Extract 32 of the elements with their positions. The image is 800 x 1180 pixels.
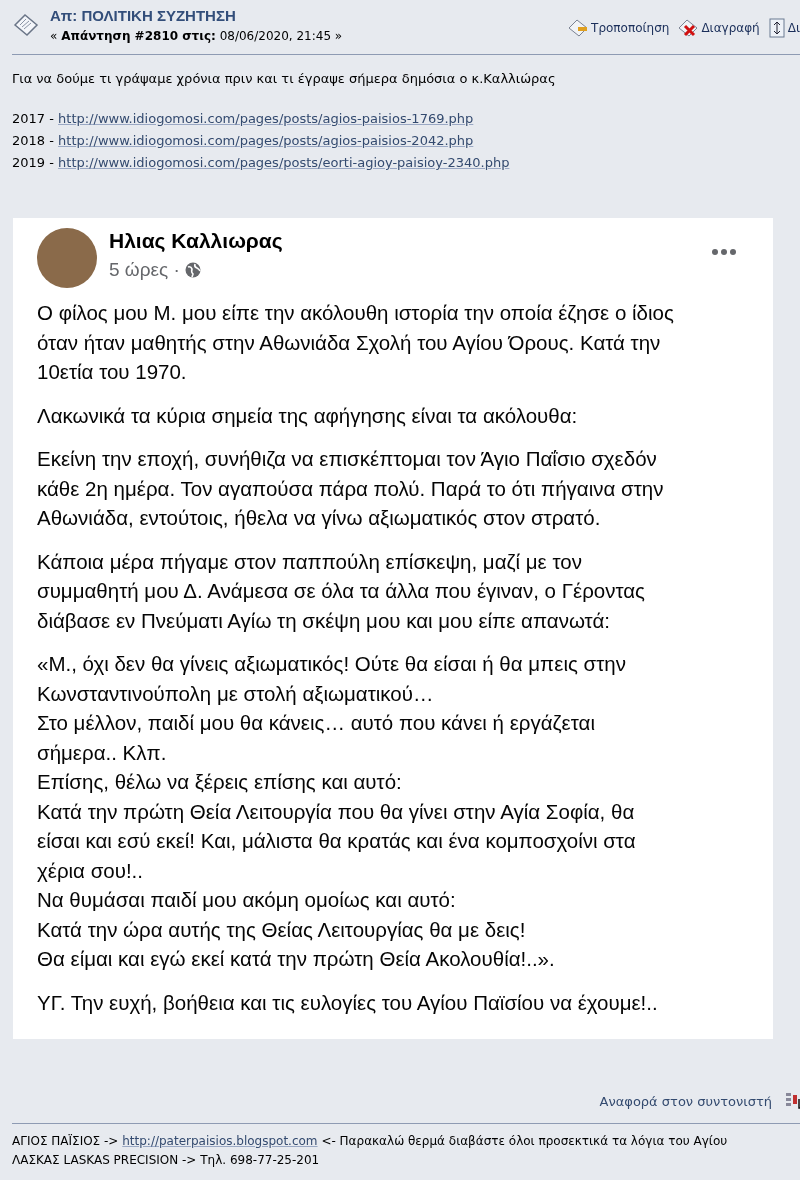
post-title[interactable]: Απ: ΠΟΛΙΤΙΚΗ ΣΥΖΗΤΗΣΗ: [50, 7, 568, 24]
post-paragraph: «Μ., όχι δεν θα γίνεις αξιωματικός! Ούτε θα είσαι ή θα μπεις στην Κωνσταντινούπολη με στολή αξιωματικού… Στο μέλλον, παιδί μου θα κάνεις… αυτό που κάνει ή εργάζεται σήμερα.. Κλπ. Επίσης, θέλω να ξέρεις επίσης και αυτό: Κατά την πρώτη Θεία Λειτουργία που θα γίνει στην Αγία Σοφία, θα είσαι και εσύ εκεί! Και, μάλιστα θα κρατάς και ένα κομποσχοίνι στα χέρια σου!.. Να θυμάσαι παιδί μου ακόμη ομοίως και αυτό: Κατά την ώρα αυτής της Θείας Λειτουργίας θα με δεις! Θα είμαι και εγώ εκεί κατά την πρώτη Θεία Ακολουθία!..».: [37, 651, 637, 972]
post-paragraph: Κάποια μέρα πήγαμε στον παππούλη επίσκεψη, μαζί με τον συμμαθητή μου Δ. Ανάμεσα σε όλα τα άλλα που έγιναν, ο Γέροντας διάβασε εν Πνεύματι Αγίω τη σκέψη μου και μου είπε απανωτά:: [37, 548, 646, 634]
more-options-icon[interactable]: [711, 248, 737, 256]
delete-icon: [677, 18, 700, 38]
split-icon: [767, 18, 786, 38]
post-time: 5 ώρες ·: [109, 259, 180, 281]
edit-icon: [567, 18, 590, 38]
edit-button[interactable]: Τροποποίηση: [567, 18, 670, 38]
signature-text: ΛΑΣΚΑΣ LASKAS PRECISION -> Τηλ. 698-77-25-201: [12, 1153, 320, 1167]
globe-icon: [184, 262, 201, 278]
post-paragraph: Εκείνη την εποχή, συνήθιζα να επισκέπτομαι τον Άγιο Παΐσιο σχεδόν κάθε 2η ημέρα. Τον αγαπούσα πάρα πολύ. Παρά το ότι πήγαινα στην Αθωνιάδα, εντούτοις, ήθελα να γίνω αξιωματικός στον στρατό.: [37, 446, 665, 531]
post-icon: [12, 12, 40, 38]
post-text: Για να δούμε τι γράψαμε χρόνια πριν και τι έγραψε σήμερα δημόσια ο κ.Καλλιώρας: [12, 71, 557, 86]
report-to-moderator-link[interactable]: Αναφορά στον συντονιστή: [599, 1093, 772, 1109]
author-name[interactable]: Ηλιας Καλλιωρας: [109, 229, 711, 253]
post-link[interactable]: http://www.idiogomosi.com/pages/posts/agios-paisios-1769.php: [58, 111, 474, 126]
year-label: 2018 -: [12, 133, 54, 148]
signature-link[interactable]: http://paterpaisios.blogspot.com: [122, 1134, 318, 1148]
post-link[interactable]: http://www.idiogomosi.com/pages/posts/eorti-agioy-paisioy-2340.php: [58, 155, 510, 170]
delete-button[interactable]: Διαγραφή: [677, 18, 760, 38]
avatar: [37, 228, 97, 288]
year-label: 2019 -: [12, 155, 54, 170]
post-paragraph: ΥΓ. Την ευχή, βοήθεια και τις ευλογίες του Αγίου Παϊσίου να έχουμε!..: [37, 989, 659, 1016]
post-paragraph: Λακωνικά τα κύρια σημεία της αφήγησης είναι τα ακόλουθα:: [37, 402, 579, 429]
signature-text: <- Παρακαλώ θερμά διαβάστε όλοι προσεκτικά τα λόγια του Αγίου: [321, 1134, 728, 1148]
split-button[interactable]: Δι: [767, 18, 800, 38]
post-link[interactable]: http://www.idiogomosi.com/pages/posts/agios-paisios-2042.php: [58, 133, 474, 148]
signature-text: ΑΓΙΟΣ ΠΑΪΣΙΟΣ ->: [12, 1134, 119, 1148]
reply-info: « Απάντηση #2810 στις: 08/06/2020, 21:45 »: [50, 29, 343, 43]
year-label: 2017 -: [12, 111, 54, 126]
post-paragraph: Ο φίλος μου Μ. μου είπε την ακόλουθη ιστορία την οποία έζησε ο ίδιος όταν ήταν μαθητής στην Αθωνιάδα Σχολή του Αγίου Όρους. Κατά την 10ετία του 1970.: [37, 300, 675, 385]
